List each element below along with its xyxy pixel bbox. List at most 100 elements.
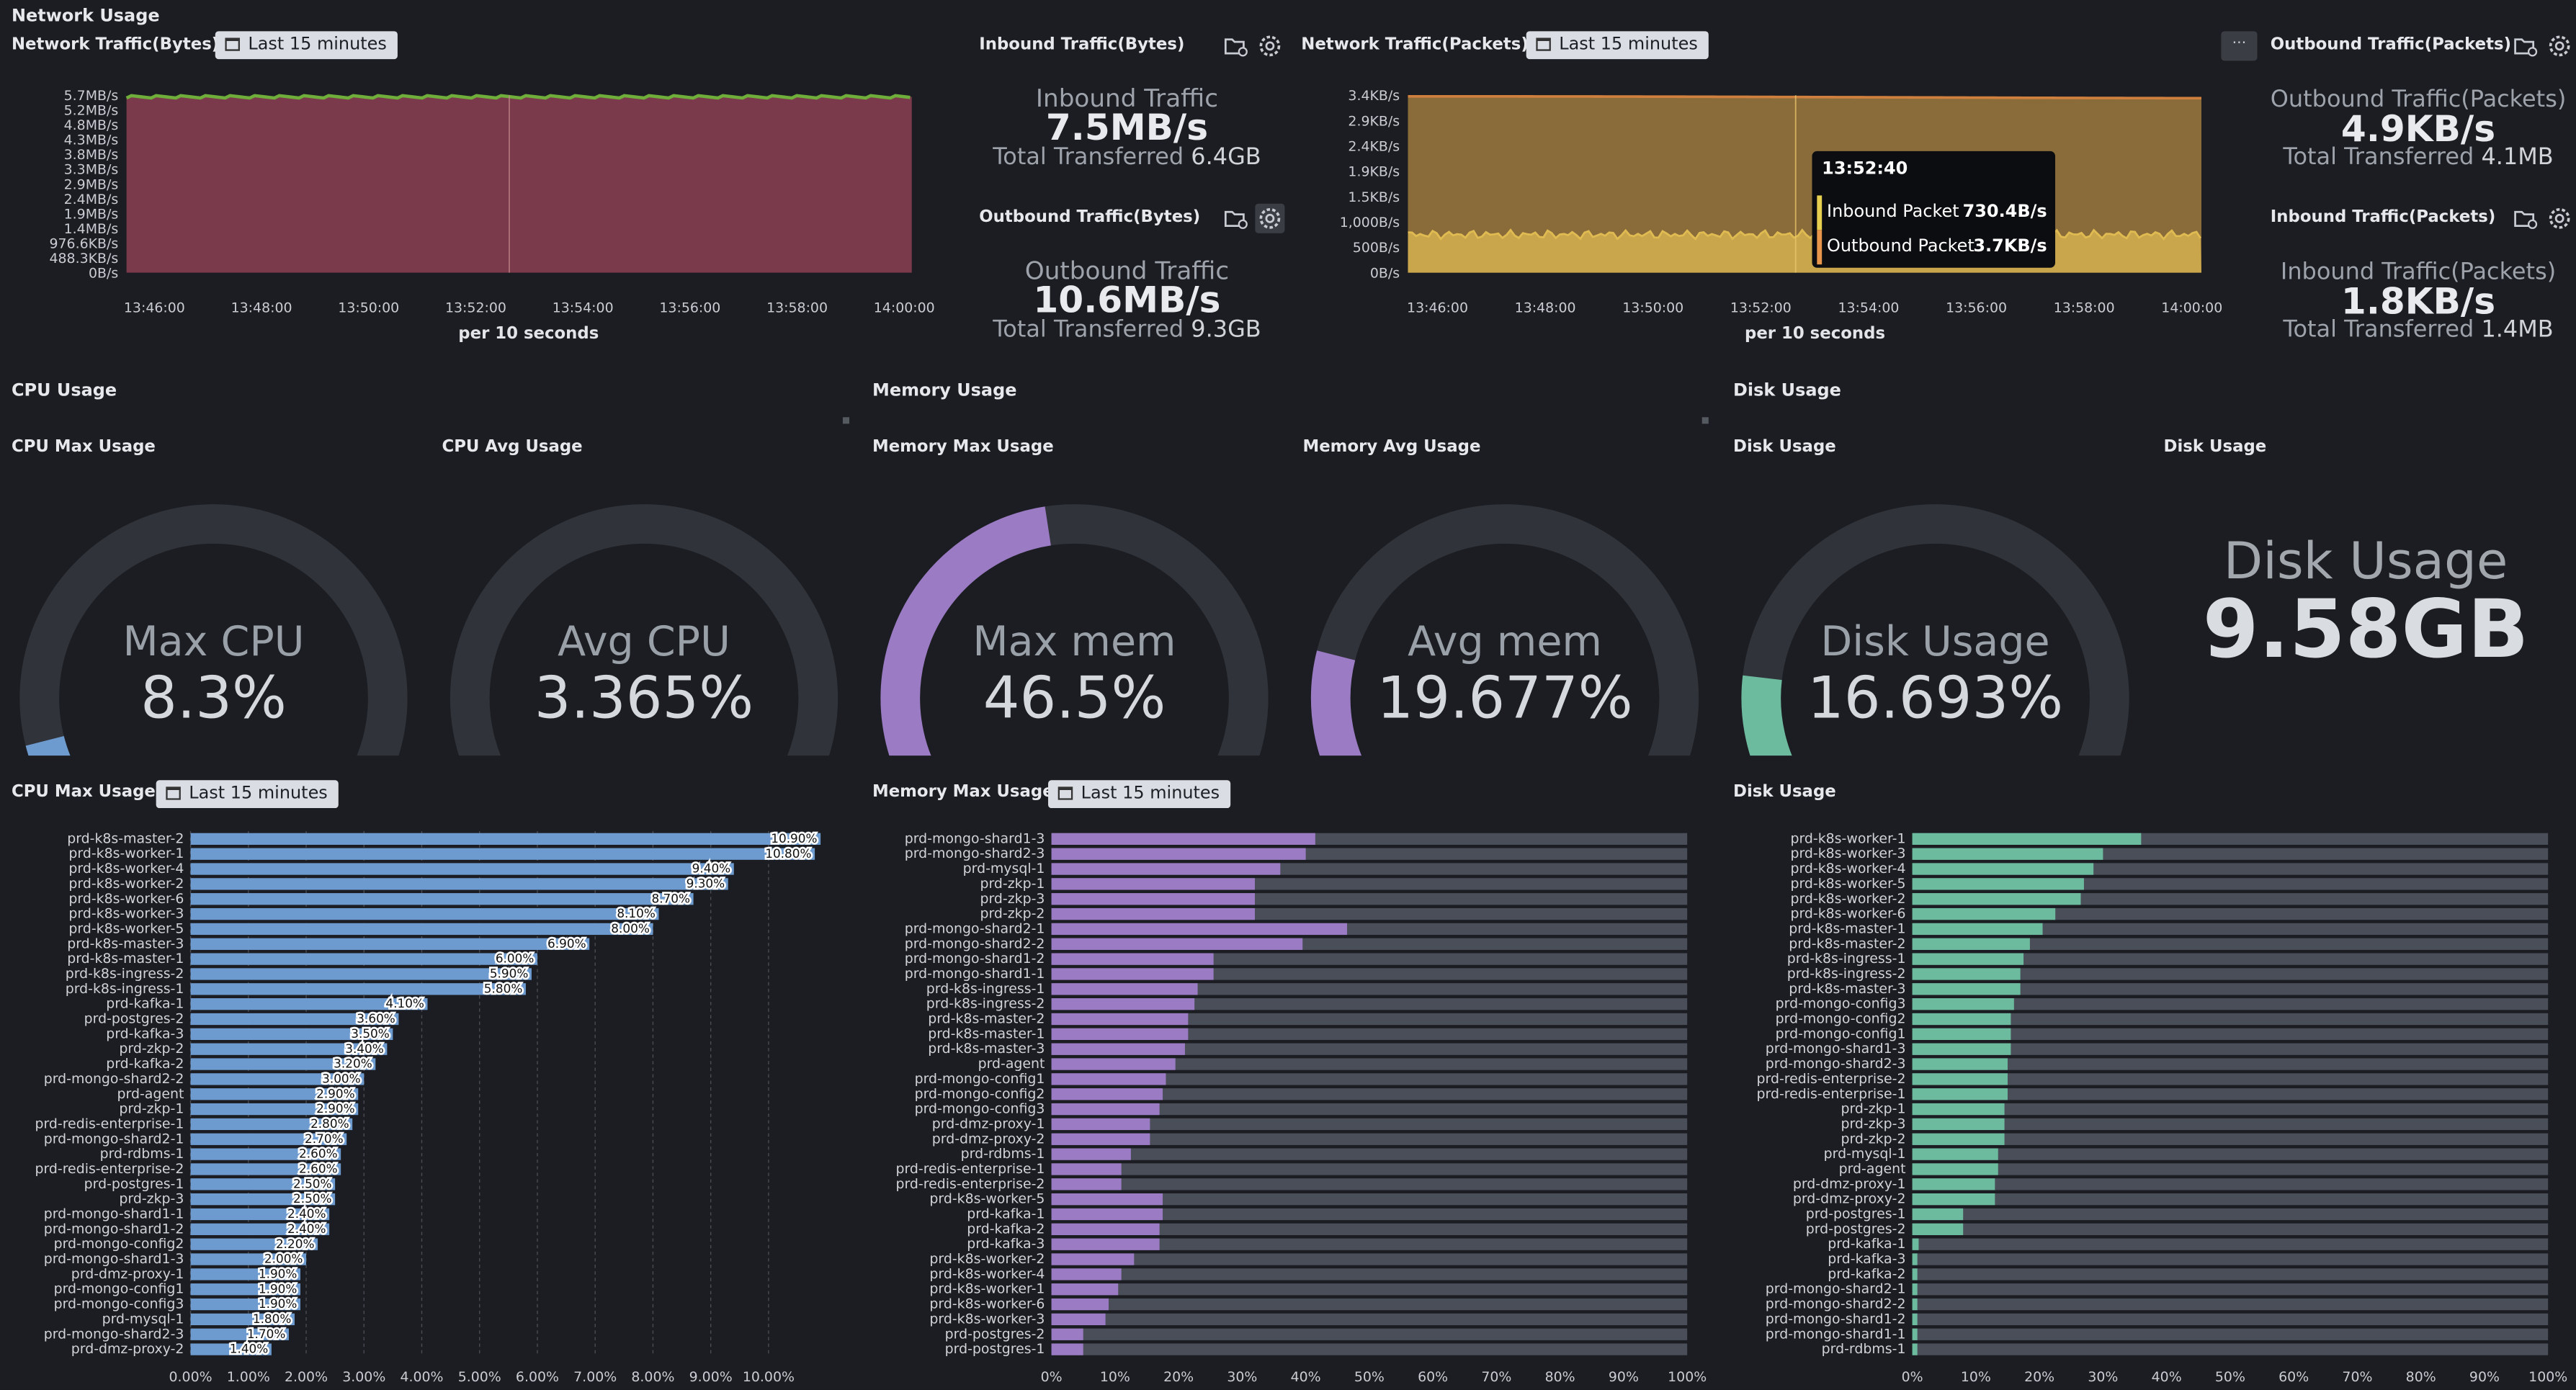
bar-value-label: 3.00% — [322, 1071, 361, 1085]
x-tick-label: 0% — [1041, 1369, 1063, 1385]
bar — [1051, 1298, 1109, 1311]
category-label: prd-mongo-shard2-1 — [44, 1131, 184, 1147]
tooltip-series-value: 3.7KB/s — [1973, 236, 2047, 256]
x-tick-label: 10.00% — [743, 1369, 795, 1385]
inbound-bytes-value: 7.5MB/s — [1045, 108, 1209, 150]
bar — [1912, 1238, 1919, 1250]
category-label: prd-k8s-worker-3 — [929, 1311, 1045, 1327]
bar — [1051, 1118, 1150, 1131]
gear-icon[interactable] — [1255, 203, 1285, 233]
category-label: prd-redis-enterprise-2 — [35, 1161, 184, 1177]
folder-settings-icon[interactable] — [2512, 33, 2538, 59]
x-tick-label: 70% — [1481, 1369, 1511, 1385]
bar — [1051, 1163, 1122, 1175]
y-tick-label: 5.7MB/s — [64, 88, 119, 104]
bar — [1051, 878, 1256, 890]
panel-resize-handle[interactable] — [842, 417, 850, 424]
x-tick-label: 50% — [2215, 1369, 2245, 1385]
y-tick-label: 3.3MB/s — [64, 162, 119, 178]
x-tick-label: 8.00% — [631, 1369, 674, 1385]
category-label: prd-mongo-shard2-2 — [1766, 1296, 1906, 1312]
x-tick-label: 13:48:00 — [1515, 300, 1576, 315]
bar — [1051, 953, 1214, 965]
cpu-avg-gauge-title: CPU Avg Usage — [442, 438, 583, 457]
folder-settings-icon[interactable] — [1222, 33, 1248, 59]
x-tick-label: 13:50:00 — [1622, 300, 1683, 315]
category-label: prd-zkp-2 — [1841, 1131, 1905, 1147]
gear-icon[interactable] — [2546, 205, 2572, 231]
mem-max-gauge-value: 46.5% — [983, 666, 1166, 733]
bar — [1051, 1178, 1122, 1191]
bar — [1051, 1073, 1166, 1085]
packets-time-range-button[interactable]: Last 15 minutes — [1526, 31, 1709, 60]
inbound-packets-total-value: 1.4MB — [2481, 317, 2554, 344]
inbound-bytes-total-label: Total Transferred — [993, 144, 1184, 171]
bar-track — [1051, 1298, 1688, 1311]
bar-value-label: 2.40% — [287, 1221, 326, 1236]
memory-max-usage-bar-chart[interactable]: 0% 10% 20% 30% 40% 50% 60% 70% 80% 90% 100% prd-mon… — [861, 821, 1715, 1389]
x-tick-label: 13:48:00 — [231, 300, 292, 315]
cpu-avg-gauge-value: 3.365% — [534, 666, 754, 733]
cpu-section-title: CPU Usage — [11, 381, 117, 401]
bar-value-label: 2.90% — [316, 1086, 355, 1100]
network-packets-chart[interactable]: 0B/s 500B/s 1,000B/s 1.5KB/s 1.9KB/s 2.4KB/s 2… — [1282, 72, 2235, 351]
gear-icon[interactable] — [1257, 33, 1283, 59]
folder-settings-icon[interactable] — [1222, 205, 1248, 231]
bar-track — [1912, 1193, 2549, 1206]
gear-icon[interactable] — [2546, 33, 2572, 59]
cpu-max-usage-bar-chart[interactable]: 0.00% 1.00% 2.00% 3.00% 4.00% 5.00% 6.00% 7.00%… — [0, 821, 846, 1389]
category-label: prd-mongo-shard1-1 — [1766, 1326, 1906, 1342]
bar-value-label: 8.70% — [651, 891, 690, 905]
x-tick-label: 5.00% — [458, 1369, 501, 1385]
category-label: prd-k8s-worker-4 — [68, 861, 184, 876]
category-label: prd-k8s-worker-1 — [929, 1281, 1045, 1297]
cpu-time-range-button[interactable]: Last 15 minutes — [156, 780, 339, 809]
category-label: prd-k8s-worker-2 — [68, 876, 184, 892]
x-tick-label: 3.00% — [342, 1369, 385, 1385]
category-label: prd-kafka-3 — [106, 1026, 184, 1041]
cpu-max-gauge-label: Max CPU — [122, 617, 305, 665]
bar — [1912, 878, 2084, 890]
bar — [1051, 1028, 1189, 1040]
category-label: prd-k8s-worker-4 — [929, 1266, 1045, 1282]
x-tick-label: 30% — [1227, 1369, 1257, 1385]
category-label: prd-zkp-1 — [1841, 1101, 1905, 1117]
cpu-bar-title: CPU Max Usage — [11, 783, 156, 802]
category-label: prd-agent — [978, 1056, 1045, 1072]
x-tick-label: 10% — [1100, 1369, 1130, 1385]
disk-usage-bar-chart[interactable]: 0% 10% 20% 30% 40% 50% 60% 70% 80% 90% 100% prd-k8s… — [1722, 821, 2576, 1389]
bar — [1051, 1013, 1189, 1026]
x-tick-label: 1.00% — [227, 1369, 270, 1385]
bar-value-label: 2.80% — [310, 1116, 349, 1131]
x-tick-label: 13:56:00 — [659, 300, 720, 315]
category-label: prd-mongo-config2 — [1776, 1011, 1906, 1027]
x-tick-label: 40% — [1291, 1369, 1321, 1385]
bar — [190, 833, 821, 846]
x-tick-label: 90% — [1609, 1369, 1639, 1385]
category-label: prd-redis-enterprise-1 — [35, 1116, 184, 1131]
bar — [1912, 953, 2024, 965]
bytes-time-range-button[interactable]: Last 15 minutes — [215, 31, 398, 60]
category-label: prd-mongo-config1 — [54, 1281, 184, 1297]
bar-value-label: 2.50% — [293, 1176, 332, 1191]
bar — [190, 953, 537, 965]
bar-track — [1912, 1103, 2549, 1116]
y-tick-label: 2.4MB/s — [64, 192, 119, 207]
memory-time-range-button[interactable]: Last 15 minutes — [1048, 780, 1232, 809]
more-icon[interactable]: ··· — [2221, 31, 2258, 61]
category-label: prd-k8s-worker-6 — [68, 891, 184, 907]
bar-value-label: 9.30% — [687, 876, 725, 890]
bar-track — [1051, 1163, 1688, 1175]
network-bytes-chart[interactable]: 0B/s488.3KB/s976.6KB/s1.4MB/s1.9MB/s2.4M… — [0, 72, 953, 351]
category-label: prd-mongo-shard1-1 — [44, 1206, 184, 1222]
bar — [1912, 1343, 1918, 1355]
outbound-packets-total: Total Transferred 4.1MB — [2271, 145, 2567, 171]
bar-value-label: 3.60% — [357, 1011, 395, 1026]
x-tick-label: 4.00% — [400, 1369, 443, 1385]
panel-resize-handle[interactable] — [1701, 417, 1709, 424]
bar — [190, 863, 734, 875]
category-label: prd-agent — [117, 1086, 184, 1102]
category-label: prd-kafka-1 — [106, 996, 184, 1012]
outbound-packets-total-label: Total Transferred — [2283, 144, 2474, 171]
folder-settings-icon[interactable] — [2512, 205, 2538, 231]
